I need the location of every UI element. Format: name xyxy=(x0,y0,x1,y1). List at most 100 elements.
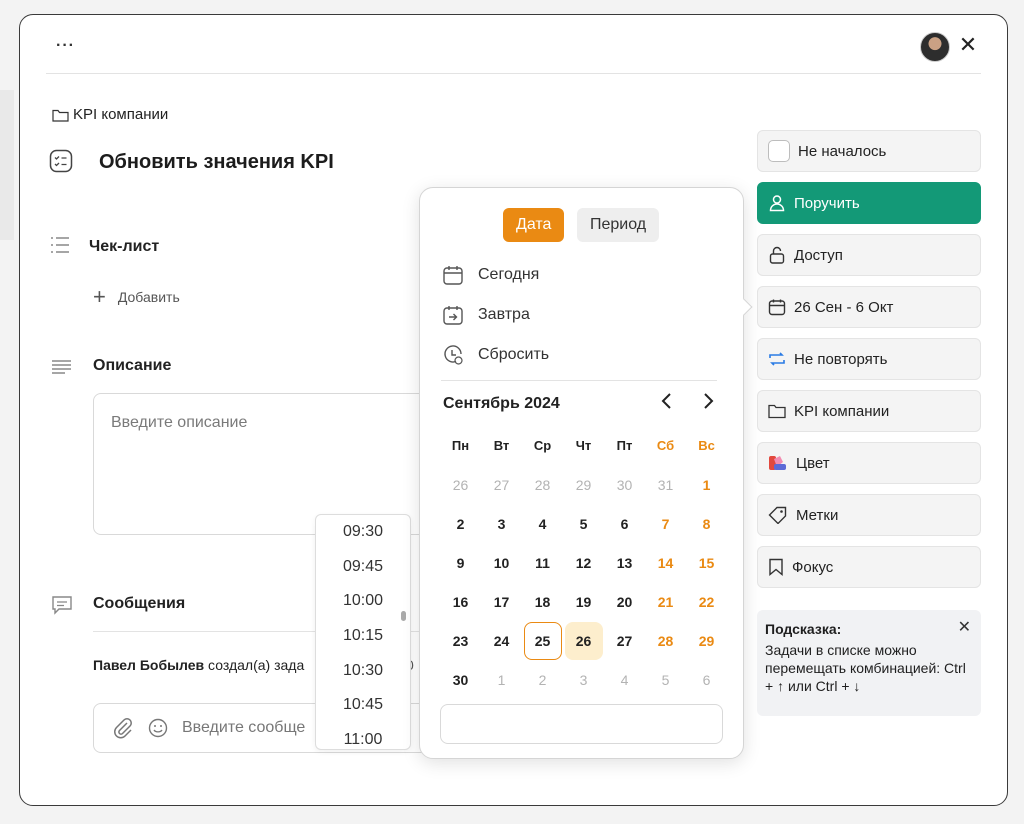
focus-button[interactable]: Фокус xyxy=(757,546,981,588)
calendar-day-number: 2 xyxy=(538,671,547,688)
calendar-day-number: 21 xyxy=(657,593,674,610)
calendar-day[interactable]: 2 xyxy=(522,660,563,699)
date-time-input[interactable] xyxy=(440,704,723,744)
calendar-day[interactable]: 5 xyxy=(645,660,686,699)
paperclip-icon[interactable] xyxy=(112,717,134,739)
calendar-day[interactable]: 17 xyxy=(481,582,522,621)
prev-month-button[interactable] xyxy=(657,391,677,415)
calendar-day[interactable]: 16 xyxy=(440,582,481,621)
calendar-day-number: 30 xyxy=(452,671,469,688)
calendar-day[interactable]: 1 xyxy=(686,465,727,504)
calendar-day[interactable]: 20 xyxy=(604,582,645,621)
calendar-day[interactable]: 6 xyxy=(604,504,645,543)
calendar-day[interactable]: 30 xyxy=(604,465,645,504)
time-picker-list[interactable]: 09:30 09:45 10:00 10:15 10:30 10:45 11:0… xyxy=(315,514,411,750)
calendar-day[interactable]: 8 xyxy=(686,504,727,543)
calendar-day[interactable]: 10 xyxy=(481,543,522,582)
calendar-day[interactable]: 26 xyxy=(440,465,481,504)
more-menu-button[interactable]: ··· xyxy=(56,37,75,55)
folder-icon xyxy=(52,109,69,122)
calendar-day[interactable]: 5 xyxy=(563,504,604,543)
calendar-day[interactable]: 14 xyxy=(645,543,686,582)
calendar-day[interactable]: 3 xyxy=(563,660,604,699)
project-button[interactable]: KPI компании xyxy=(757,390,981,432)
quick-today-button[interactable]: Сегодня xyxy=(442,264,539,286)
calendar-day[interactable]: 4 xyxy=(604,660,645,699)
time-option[interactable]: 09:45 xyxy=(316,550,410,585)
calendar-day[interactable]: 24 xyxy=(481,621,522,660)
calendar-day[interactable]: 3 xyxy=(481,504,522,543)
calendar-day-number: 26 xyxy=(564,621,603,660)
color-button[interactable]: Цвет xyxy=(757,442,981,484)
text-lines-icon xyxy=(52,360,71,374)
breadcrumb-label: KPI компании xyxy=(73,106,169,123)
calendar-day-number: 27 xyxy=(493,476,510,493)
calendar-day[interactable]: 21 xyxy=(645,582,686,621)
calendar-day-number: 16 xyxy=(452,593,469,610)
description-input[interactable]: Введите описание xyxy=(93,393,473,535)
breadcrumb[interactable]: KPI компании xyxy=(52,106,168,123)
calendar-day[interactable]: 23 xyxy=(440,621,481,660)
calendar-day-number: 4 xyxy=(620,671,629,688)
calendar-day[interactable]: 2 xyxy=(440,504,481,543)
checklist-add-button[interactable]: + Добавить xyxy=(93,286,180,308)
calendar-day[interactable]: 28 xyxy=(645,621,686,660)
next-month-button[interactable] xyxy=(698,391,718,415)
calendar-day[interactable]: 6 xyxy=(686,660,727,699)
calendar-day[interactable]: 9 xyxy=(440,543,481,582)
mode-period-button[interactable]: Период xyxy=(577,208,660,242)
time-option[interactable]: 10:15 xyxy=(316,619,410,654)
calendar-day[interactable]: 19 xyxy=(563,582,604,621)
calendar-day[interactable]: 30 xyxy=(440,660,481,699)
calendar-day[interactable]: 11 xyxy=(522,543,563,582)
quick-tomorrow-button[interactable]: Завтра xyxy=(442,304,530,326)
divider xyxy=(46,73,981,74)
calendar-day[interactable]: 31 xyxy=(645,465,686,504)
repeat-button[interactable]: Не повторять xyxy=(757,338,981,380)
time-option[interactable]: 10:45 xyxy=(316,688,410,723)
calendar-day[interactable]: 29 xyxy=(686,621,727,660)
access-button[interactable]: Доступ xyxy=(757,234,981,276)
assign-button[interactable]: Поручить xyxy=(757,182,981,224)
calendar-day[interactable]: 1 xyxy=(481,660,522,699)
calendar-day[interactable]: 7 xyxy=(645,504,686,543)
task-title[interactable]: Обновить значения KPI xyxy=(99,151,334,174)
hint-text: Задачи в списке можно перемещать комбина… xyxy=(765,642,966,694)
tags-button[interactable]: Метки xyxy=(757,494,981,536)
calendar-day-number: 14 xyxy=(657,554,674,571)
close-icon[interactable]: ✕ xyxy=(958,619,971,637)
calendar-day[interactable]: 4 xyxy=(522,504,563,543)
close-icon[interactable]: ✕ xyxy=(957,32,979,58)
calendar-day[interactable]: 13 xyxy=(604,543,645,582)
weekday-header: Вс xyxy=(698,438,715,453)
time-option[interactable]: 10:30 xyxy=(316,654,410,689)
messages-title: Сообщения xyxy=(93,595,186,612)
time-option[interactable]: 10:00 xyxy=(316,584,410,619)
emoji-icon[interactable] xyxy=(148,718,168,738)
avatar[interactable] xyxy=(920,32,950,62)
calendar-day[interactable]: 29 xyxy=(563,465,604,504)
calendar-day[interactable]: 27 xyxy=(481,465,522,504)
mode-date-button[interactable]: Дата xyxy=(503,208,565,242)
calendar-day[interactable]: 12 xyxy=(563,543,604,582)
calendar-day[interactable]: 28 xyxy=(522,465,563,504)
calendar-day-number: 3 xyxy=(579,671,588,688)
scrollbar-thumb[interactable] xyxy=(401,611,406,621)
dates-button[interactable]: 26 Сен - 6 Окт xyxy=(757,286,981,328)
status-checkbox[interactable] xyxy=(768,140,790,162)
calendar-day[interactable]: 22 xyxy=(686,582,727,621)
tag-icon xyxy=(768,506,787,524)
status-button[interactable]: Не началось xyxy=(757,130,981,172)
calendar-day-number: 6 xyxy=(702,671,711,688)
calendar-day[interactable]: 25 xyxy=(522,621,563,660)
calendar-grid: Пн Вт Ср Чт Пт Сб Вс 26 27 28 29 30 31 1 2 3 4 5 6 7 8 9 10 11 1… xyxy=(440,426,728,699)
bookmark-icon xyxy=(769,558,783,576)
calendar-day[interactable]: 15 xyxy=(686,543,727,582)
calendar-day[interactable]: 27 xyxy=(604,621,645,660)
quick-reset-button[interactable]: Сбросить xyxy=(442,344,549,366)
time-option[interactable]: 11:00 xyxy=(316,723,410,749)
calendar-day[interactable]: 18 xyxy=(522,582,563,621)
calendar-day-number: 5 xyxy=(661,671,670,688)
time-option[interactable]: 09:30 xyxy=(316,515,410,550)
calendar-day[interactable]: 26 xyxy=(563,621,604,660)
